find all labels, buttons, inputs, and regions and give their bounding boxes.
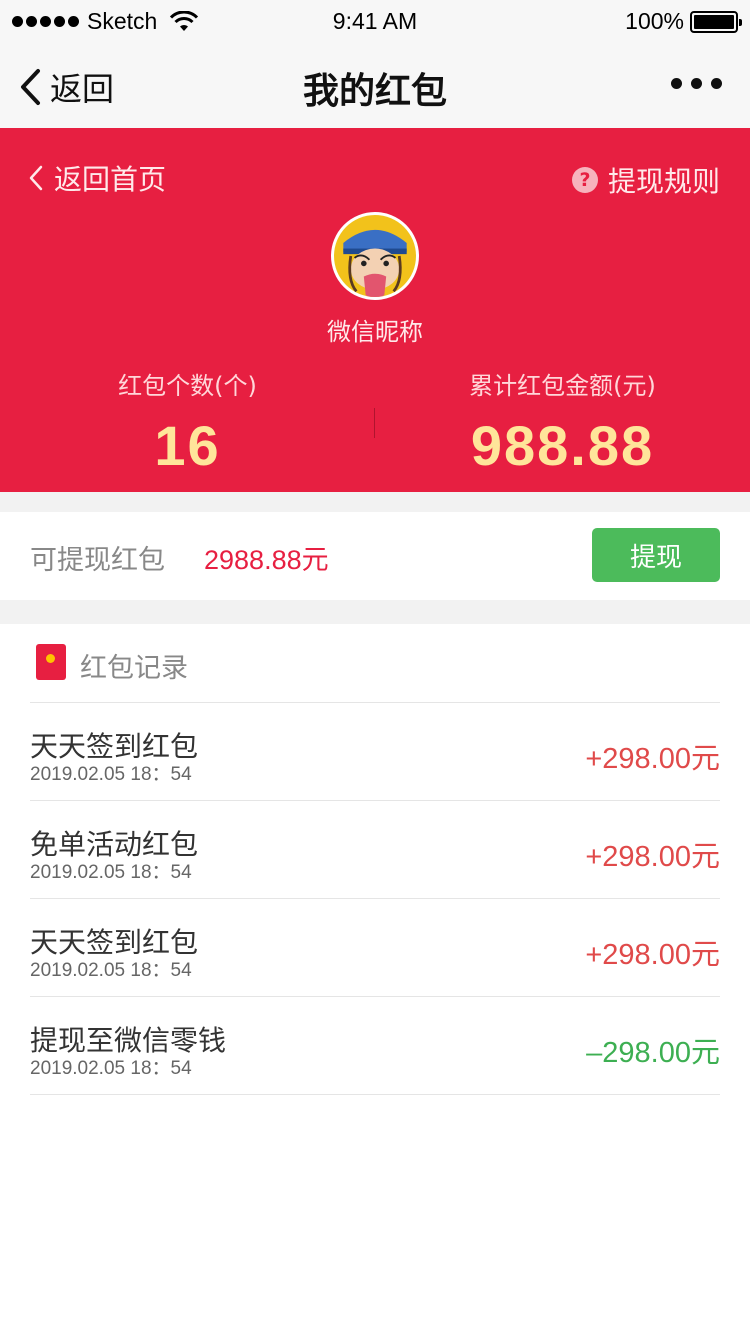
total-amount-label: 累计红包金额(元) <box>469 372 656 400</box>
battery-icon <box>690 10 742 33</box>
records-title: 红包记录 <box>80 653 188 684</box>
user-nickname: 微信昵称 <box>327 318 423 346</box>
withdrawable-amount: 2988.88元 <box>204 545 329 575</box>
record-amount: +298.00元 <box>585 939 720 971</box>
record-time: 2019.02.05 18：54 <box>30 960 192 981</box>
red-envelope-summary: 返回首页 ? 提现规则 微信昵称 红包个数(个) 16 累计红包金额(元) 98… <box>0 128 750 492</box>
back-to-home-button[interactable]: 返回首页 <box>28 158 166 198</box>
envelope-count-value: 16 <box>154 414 221 477</box>
help-icon: ? <box>571 167 598 193</box>
status-right: 100% <box>625 8 742 35</box>
avatar[interactable] <box>331 212 419 300</box>
records-header: 红包记录 <box>0 624 750 702</box>
withdraw-rules-link[interactable]: ? 提现规则 <box>571 160 720 200</box>
chevron-left-icon <box>29 165 43 191</box>
total-amount-stat: 累计红包金额(元) 988.88 <box>375 366 750 478</box>
status-bar: Sketch 9:41 AM 100% <box>0 0 750 40</box>
more-options-icon[interactable] <box>671 78 722 89</box>
record-amount: –298.00元 <box>586 1037 720 1069</box>
back-to-home-label: 返回首页 <box>54 163 167 196</box>
record-time: 2019.02.05 18：54 <box>30 862 192 883</box>
envelope-count-stat: 红包个数(个) 16 <box>0 366 375 478</box>
withdraw-rules-label: 提现规则 <box>607 165 720 198</box>
record-amount: +298.00元 <box>585 743 720 775</box>
section-gap <box>0 600 750 624</box>
envelope-count-label: 红包个数(个) <box>118 372 257 400</box>
record-item[interactable]: 免单活动红包 2019.02.05 18：54 +298.00元 <box>30 801 720 899</box>
withdraw-button[interactable]: 提现 <box>592 528 720 582</box>
navigation-bar: 返回 我的红包 <box>0 40 750 128</box>
record-item[interactable]: 天天签到红包 2019.02.05 18：54 +298.00元 <box>30 703 720 801</box>
red-envelope-icon <box>36 644 66 680</box>
record-amount: +298.00元 <box>585 841 720 873</box>
withdrawable-label: 可提现红包 <box>30 545 165 576</box>
withdrawable-row: 可提现红包 2988.88元 提现 <box>0 512 750 600</box>
record-item[interactable]: 天天签到红包 2019.02.05 18：54 +298.00元 <box>30 899 720 997</box>
total-amount-value: 988.88 <box>470 414 655 477</box>
battery-percentage: 100% <box>625 8 684 34</box>
record-time: 2019.02.05 18：54 <box>30 1058 192 1079</box>
record-time: 2019.02.05 18：54 <box>30 764 192 785</box>
record-item[interactable]: 提现至微信零钱 2019.02.05 18：54 –298.00元 <box>30 997 720 1095</box>
section-gap <box>0 492 750 512</box>
page-title: 我的红包 <box>302 71 447 112</box>
